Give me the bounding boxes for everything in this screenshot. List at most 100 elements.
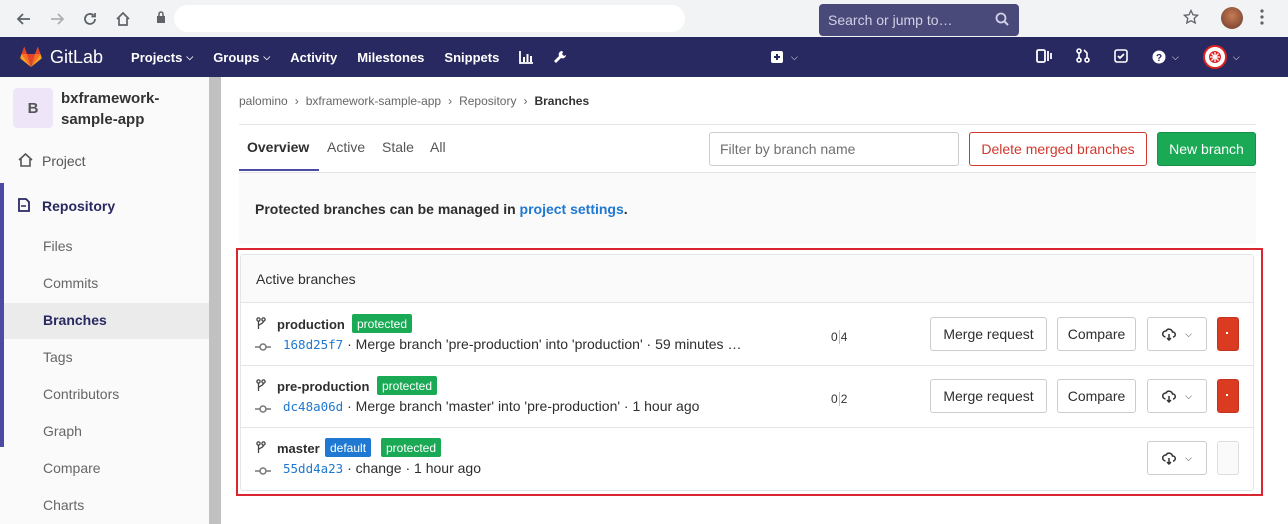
compare-button[interactable]: Compare	[1057, 379, 1136, 413]
new-branch-button[interactable]: New branch	[1157, 132, 1256, 166]
sidebar-subitem-tags[interactable]: Tags	[43, 349, 73, 365]
delete-branch-button[interactable]	[1217, 379, 1239, 413]
branch-name[interactable]: production	[277, 317, 345, 332]
lock-icon	[156, 11, 166, 27]
back-arrow-icon[interactable]	[13, 8, 35, 30]
sidebar-subitem-files[interactable]: Files	[43, 238, 73, 254]
commit-sha-link[interactable]: 168d25f7	[283, 337, 343, 352]
sidebar-subitem-charts[interactable]: Charts	[43, 497, 84, 513]
trash-icon	[1226, 332, 1228, 334]
bookmark-star-icon[interactable]	[1182, 8, 1200, 28]
delete-branch-button-disabled	[1217, 441, 1239, 475]
document-icon	[18, 197, 34, 215]
todo-sidebar-icon[interactable]	[1036, 48, 1052, 66]
chevron-down-icon: ⌵	[1185, 328, 1192, 339]
nav-projects[interactable]: Projects ⌵	[131, 50, 193, 65]
project-avatar[interactable]: B	[13, 88, 53, 128]
chevron-down-icon: ⌵	[1185, 452, 1192, 463]
cloud-download-icon	[1162, 327, 1177, 341]
commit-sha-link[interactable]: dc48a06d	[283, 399, 343, 414]
commit-summary: 55dd4a23 · change · 1 hour ago	[283, 460, 481, 476]
tab-overview[interactable]: Overview	[247, 139, 309, 155]
download-dropdown[interactable]: ⌵	[1147, 317, 1207, 351]
delete-branch-button[interactable]	[1217, 317, 1239, 351]
download-dropdown[interactable]: ⌵	[1147, 441, 1207, 475]
chevron-down-icon: ⌵	[1185, 390, 1192, 401]
commit-sha-link[interactable]: 55dd4a23	[283, 461, 343, 476]
search-input[interactable]: Search or jump to…	[819, 4, 1019, 36]
branch-filter-input[interactable]: Filter by branch name	[709, 132, 959, 166]
branch-name[interactable]: master	[277, 441, 320, 456]
breadcrumb: palomino › bxframework-sample-app › Repo…	[239, 94, 589, 108]
home-icon[interactable]	[112, 8, 134, 30]
gitlab-logo[interactable]: GitLab	[20, 47, 103, 68]
forward-arrow-icon[interactable]	[46, 8, 68, 30]
download-dropdown[interactable]: ⌵	[1147, 379, 1207, 413]
user-menu[interactable]: ⌵	[1202, 45, 1240, 69]
tab-all[interactable]: All	[430, 139, 446, 155]
sidebar-scrollbar[interactable]	[209, 77, 221, 524]
divergence-graph: 02	[831, 392, 848, 406]
chevron-down-icon: ⌵	[263, 51, 271, 62]
svg-text:?: ?	[1156, 53, 1162, 64]
browser-profile-avatar[interactable]	[1221, 7, 1243, 29]
branch-name[interactable]: pre-production	[277, 379, 369, 394]
divergence-graph: 04	[831, 330, 848, 344]
help-icon: ?	[1152, 50, 1166, 64]
branch-row: master default protected 55dd4a23 · chan…	[241, 428, 1253, 490]
protected-badge: protected	[352, 314, 413, 333]
breadcrumb-current[interactable]: Branches	[534, 94, 589, 108]
browser-menu-icon[interactable]	[1260, 9, 1264, 28]
breadcrumb-project[interactable]: bxframework-sample-app	[306, 94, 441, 108]
gitlab-tanuki-icon	[20, 47, 42, 67]
address-bar[interactable]	[174, 5, 685, 32]
breadcrumb-repository[interactable]: Repository	[459, 94, 516, 108]
branch-row: pre-production protected dc48a06d · Merg…	[241, 366, 1253, 428]
compare-button[interactable]: Compare	[1057, 317, 1136, 351]
search-icon	[995, 12, 1009, 29]
new-dropdown[interactable]: ⌵	[770, 37, 798, 77]
nav-groups[interactable]: Groups ⌵	[213, 50, 270, 65]
merge-request-button[interactable]: Merge request	[930, 379, 1047, 413]
tab-stale[interactable]: Stale	[382, 139, 414, 155]
sidebar-subitem-contributors[interactable]: Contributors	[43, 386, 119, 402]
sidebar-subitem-commits[interactable]: Commits	[43, 275, 98, 291]
tab-active[interactable]: Active	[327, 139, 365, 155]
panel-title: Active branches	[256, 271, 356, 287]
nav-milestones[interactable]: Milestones	[357, 50, 424, 65]
user-avatar	[1202, 45, 1227, 69]
wrench-icon[interactable]	[553, 50, 567, 65]
reload-icon[interactable]	[79, 8, 101, 30]
sidebar-item-project[interactable]: Project	[0, 151, 209, 171]
breadcrumb-separator: ›	[294, 94, 299, 108]
todos-check-icon[interactable]	[1114, 48, 1128, 66]
chevron-down-icon: ⌵	[1232, 51, 1240, 62]
chevron-down-icon: ⌵	[186, 51, 194, 62]
sidebar-item-repository[interactable]: Repository	[0, 196, 209, 216]
nav-activity[interactable]: Activity	[290, 50, 337, 65]
merge-request-button[interactable]: Merge request	[930, 317, 1047, 351]
nav-snippets[interactable]: Snippets	[444, 50, 499, 65]
delete-merged-branches-button[interactable]: Delete merged branches	[969, 132, 1147, 166]
project-settings-link[interactable]: project settings	[520, 201, 624, 217]
project-name[interactable]: bxframework-sample-app	[61, 88, 211, 130]
commit-summary: 168d25f7 · Merge branch 'pre-production'…	[283, 336, 742, 352]
merge-requests-icon[interactable]	[1076, 48, 1090, 66]
chevron-down-icon: ⌵	[1172, 51, 1179, 62]
sidebar-subitem-compare[interactable]: Compare	[43, 460, 101, 476]
plus-square-icon	[771, 51, 783, 63]
sidebar-subitem-branches[interactable]: Branches	[43, 312, 107, 328]
default-badge: default	[325, 438, 372, 457]
commit-icon	[255, 338, 271, 354]
sidebar-subitem-graph[interactable]: Graph	[43, 423, 82, 439]
commit-icon	[255, 462, 271, 478]
chart-icon[interactable]	[519, 50, 534, 65]
active-branches-panel: Active branches production protected 168…	[240, 254, 1254, 491]
help-dropdown[interactable]: ? ⌵	[1152, 50, 1179, 64]
branch-row: production protected 168d25f7 · Merge br…	[241, 304, 1253, 366]
breadcrumb-namespace[interactable]: palomino	[239, 94, 288, 108]
cloud-download-icon	[1162, 451, 1177, 465]
branch-icon	[256, 317, 266, 333]
protected-branches-notice: Protected branches can be managed in pro…	[239, 172, 1256, 244]
home-icon	[18, 152, 34, 170]
